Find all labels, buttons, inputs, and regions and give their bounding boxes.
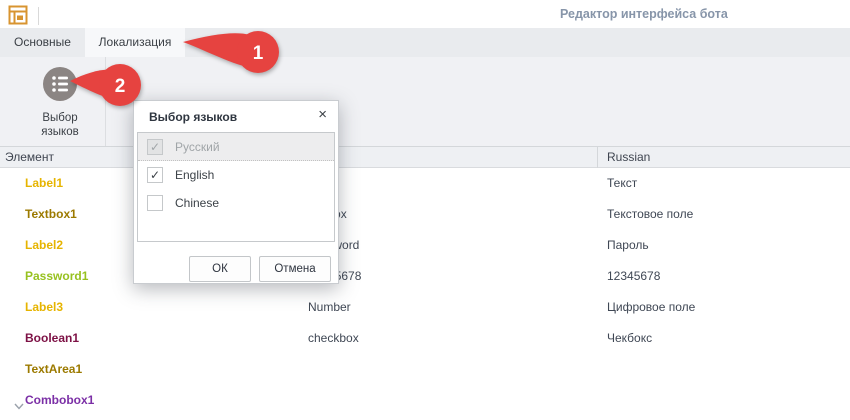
bot-interface-editor-window: Редактор интерфейса бота Основные Локали… (0, 0, 850, 420)
tab-bar: Основные Локализация (0, 28, 850, 57)
tab-lokalizaciya[interactable]: Локализация (85, 28, 185, 57)
checkbox-icon[interactable] (147, 195, 163, 211)
close-icon[interactable]: × (318, 107, 327, 123)
element-name-cell[interactable]: TextArea1 (25, 354, 82, 385)
table-row[interactable]: Textbox1textboxТекстовое поле (0, 199, 850, 230)
table-row[interactable]: Boolean1 checkbox Чекбокс (0, 323, 850, 354)
element-russian-cell[interactable]: Текстовое поле (607, 199, 693, 230)
element-name-cell[interactable]: Boolean1 (25, 323, 79, 354)
toolbar: Выбор языков (0, 57, 850, 146)
element-name-cell[interactable]: Combobox1 (25, 385, 94, 416)
topbar-divider (38, 7, 39, 25)
cancel-button[interactable]: Отмена (259, 256, 331, 282)
element-name-cell[interactable]: Label2 (25, 230, 63, 261)
language-select-button[interactable]: Выбор языков (22, 65, 98, 143)
language-label: Русский (175, 140, 220, 154)
app-logo-icon (8, 5, 28, 25)
table-header: Элемент Russian (0, 146, 850, 168)
dialog-title: Выбор языков (149, 110, 237, 124)
language-list-item: ✓ Русский (138, 133, 334, 161)
element-russian-cell[interactable]: Пароль (607, 230, 649, 261)
column-header-element: Элемент (5, 150, 54, 164)
language-select-button-label: Выбор языков (22, 111, 98, 139)
language-list-item[interactable]: Chinese (138, 189, 334, 217)
bullet-list-icon[interactable] (43, 67, 77, 101)
element-name-cell[interactable]: Label1 (25, 168, 63, 199)
toolbar-divider (105, 57, 106, 146)
table-row[interactable]: Label1 Текст (0, 168, 850, 199)
element-name-cell[interactable]: Textbox1 (25, 199, 77, 230)
table-body: Label1 ТекстTextbox1textboxТекстовое поле… (0, 168, 850, 420)
element-name-cell[interactable]: Label3 (25, 292, 63, 323)
table-row[interactable]: Label3 Number Цифровое поле (0, 292, 850, 323)
table-row[interactable]: TextArea1 (0, 354, 850, 385)
language-label: Chinese (175, 196, 219, 210)
element-russian-cell[interactable]: Цифровое поле (607, 292, 695, 323)
element-value-cell[interactable]: Number (308, 292, 351, 323)
element-russian-cell[interactable]: 12345678 (607, 261, 660, 292)
language-list: ✓ Русский ✓ English Chinese (137, 132, 335, 242)
checkbox-icon[interactable]: ✓ (147, 167, 163, 183)
tab-osnovnye[interactable]: Основные (0, 28, 85, 57)
element-value-cell[interactable]: checkbox (308, 323, 359, 354)
column-divider (597, 147, 598, 168)
chevron-down-icon[interactable] (14, 397, 24, 415)
page-title: Редактор интерфейса бота (560, 7, 728, 21)
language-dialog: Выбор языков × ✓ Русский ✓ English Chinese О… (133, 100, 339, 284)
element-name-cell[interactable]: Password1 (25, 261, 88, 292)
element-russian-cell[interactable]: Текст (607, 168, 637, 199)
table-row[interactable]: Password11234567812345678 (0, 261, 850, 292)
table-row[interactable]: Label2passwordПароль (0, 230, 850, 261)
language-label: English (175, 168, 214, 182)
element-russian-cell[interactable]: Чекбокс (607, 323, 652, 354)
top-bar: Редактор интерфейса бота (0, 0, 850, 28)
table-row[interactable]: Combobox1 (0, 385, 850, 416)
checkbox-icon: ✓ (147, 139, 163, 155)
column-header-russian: Russian (607, 150, 650, 164)
language-list-item[interactable]: ✓ English (138, 161, 334, 189)
ok-button[interactable]: ОК (189, 256, 251, 282)
